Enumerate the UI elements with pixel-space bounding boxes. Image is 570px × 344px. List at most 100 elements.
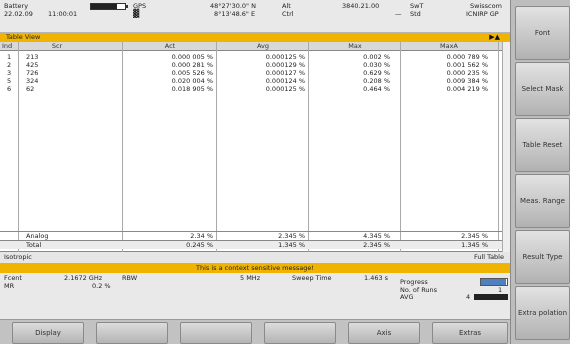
avg-indicator [474,294,508,300]
header-ind[interactable]: Ind [2,42,18,51]
cell-max: 2.345 % [363,241,390,249]
table-row[interactable]: 5 324 0.020 004 % 0.000124 % 0.208 % 0.0… [0,77,510,85]
cell-scr: 324 [26,77,39,85]
side-button-meas-range[interactable]: Meas. Range [515,174,570,228]
cell-maxa: 0.004 219 % [446,85,488,93]
table-row[interactable]: 3 726 0.005 526 % 0.000127 % 0.629 % 0.0… [0,69,510,77]
cell-max: 0.208 % [363,77,390,85]
avg-label: AVG [400,293,414,301]
scroll-arrows-icon[interactable]: ▶▲ [489,33,500,42]
time-display: 11:00:01 [48,10,78,18]
header-scr[interactable]: Scr [18,42,96,51]
alt-label: Alt [282,2,291,10]
cell-avg: 0.000125 % [265,53,305,61]
cell-max: 0.464 % [363,85,390,93]
table-row[interactable]: 2 425 0.000 281 % 0.000129 % 0.030 % 0.0… [0,61,510,69]
runs-value: 1 [498,286,503,294]
sweep-label: Sweep Time [292,274,332,282]
total-row[interactable]: Total 0.245 % 1.345 % 2.345 % 1.345 % [0,240,510,249]
info-bar: Isotropic Full Table [0,252,510,263]
cell-label: Total [26,241,42,249]
cell-avg: 0.000129 % [265,61,305,69]
cell-scr: 213 [26,53,39,61]
cell-maxa: 2.345 % [461,232,488,240]
cell-avg: 0.000124 % [265,77,305,85]
standard-name: ICNIRP GP [466,10,499,18]
side-button-table-reset[interactable]: Table Reset [515,118,570,172]
cell-label: Analog [26,232,49,240]
view-title-bar: Table View ▶▲ [0,33,510,42]
cell-act: 0.005 526 % [171,69,213,77]
results-table: Ind Scr Act Avg Max MaxA 1 213 0.000 005… [0,42,510,252]
sweep-value: 1.463 s [364,274,389,282]
cell-maxa: 0.009 384 % [446,77,488,85]
cell-act: 0.245 % [186,241,213,249]
header-act[interactable]: Act [124,42,216,51]
table-mode: Full Table [474,253,504,261]
cell-maxa: 0.001 562 % [446,61,488,69]
cell-maxa: 0.000 789 % [446,53,488,61]
cell-avg: 0.000125 % [265,85,305,93]
progress-label: Progress [400,278,428,286]
softkey-axis[interactable]: Axis [348,322,420,344]
side-button-result-type[interactable]: Result Type [515,230,570,284]
cell-act: 0.000 005 % [171,53,213,61]
view-title: Table View [6,33,41,41]
cell-scr: 62 [26,85,35,93]
cell-ind: 2 [7,61,12,69]
mr-label: MR [4,282,15,290]
cell-avg: 0.000127 % [265,69,305,77]
cell-avg: 2.345 % [278,232,305,240]
cell-act: 0.020 004 % [171,77,213,85]
swt-label: SwT [410,2,424,10]
fcent-value: 2.1672 GHz [64,274,103,282]
cell-act: 0.018 905 % [171,85,213,93]
cell-max: 0.629 % [363,69,390,77]
cell-max: 0.002 % [363,53,390,61]
measurement-info: Fcent 2.1672 GHz RBW 5 MHz Sweep Time 1.… [0,273,510,320]
softkey-3[interactable] [180,322,252,344]
mr-value: 0.2 % [92,282,111,290]
avg-value: 4 [466,293,471,301]
cell-act: 2.34 % [190,232,213,240]
cell-max: 0.030 % [363,61,390,69]
cell-ind: 1 [7,53,12,61]
cell-scr: 726 [26,69,39,77]
softkey-2[interactable] [96,322,168,344]
softkey-4[interactable] [264,322,336,344]
table-scrollbar[interactable] [502,42,510,252]
softkey-display[interactable]: Display [12,322,84,344]
satellite-icon: ▓ [133,9,140,18]
message-bar: This is a context sensitive message! [0,263,510,273]
side-button-select-mask[interactable]: Select Mask [515,62,570,116]
header-avg[interactable]: Avg [218,42,308,51]
std-label: Std [410,10,421,18]
status-bar: Battery 22.02.09 11:00:01 GPS ▓ 48°27'30… [0,0,510,33]
side-button-font[interactable]: Font [515,6,570,60]
rbw-value: 5 MHz [240,274,261,282]
battery-label: Battery [4,2,29,10]
side-button-extrapolation[interactable]: Extra polation [515,286,570,340]
table-header-row: Ind Scr Act Avg Max MaxA [0,42,510,51]
softkey-bar: Display Axis Extras [0,320,510,344]
cell-maxa: 0.000 235 % [446,69,488,77]
side-menu: Font Select Mask Table Reset Meas. Range… [510,0,570,344]
header-max[interactable]: Max [310,42,400,51]
ctrl-label: Ctrl [282,10,294,18]
cell-scr: 425 [26,61,39,69]
header-maxa[interactable]: MaxA [402,42,496,51]
table-row[interactable]: 6 62 0.018 905 % 0.000125 % 0.464 % 0.00… [0,85,510,93]
direction-mode: Isotropic [4,253,32,261]
alt-value: 3840.21.00 [342,2,380,10]
progress-bar [480,278,508,286]
cell-avg: 1.345 % [278,241,305,249]
softkey-extras[interactable]: Extras [432,322,508,344]
cell-ind: 3 [7,69,12,77]
table-row[interactable]: 1 213 0.000 005 % 0.000125 % 0.002 % 0.0… [0,53,510,61]
cell-maxa: 1.345 % [461,241,488,249]
cell-ind: 5 [7,77,12,85]
brand-name: Swisscom [470,2,502,10]
battery-icon [90,3,128,10]
cell-ind: 6 [7,85,12,93]
analog-row[interactable]: Analog 2.34 % 2.345 % 4.345 % 2.345 % [0,231,510,240]
